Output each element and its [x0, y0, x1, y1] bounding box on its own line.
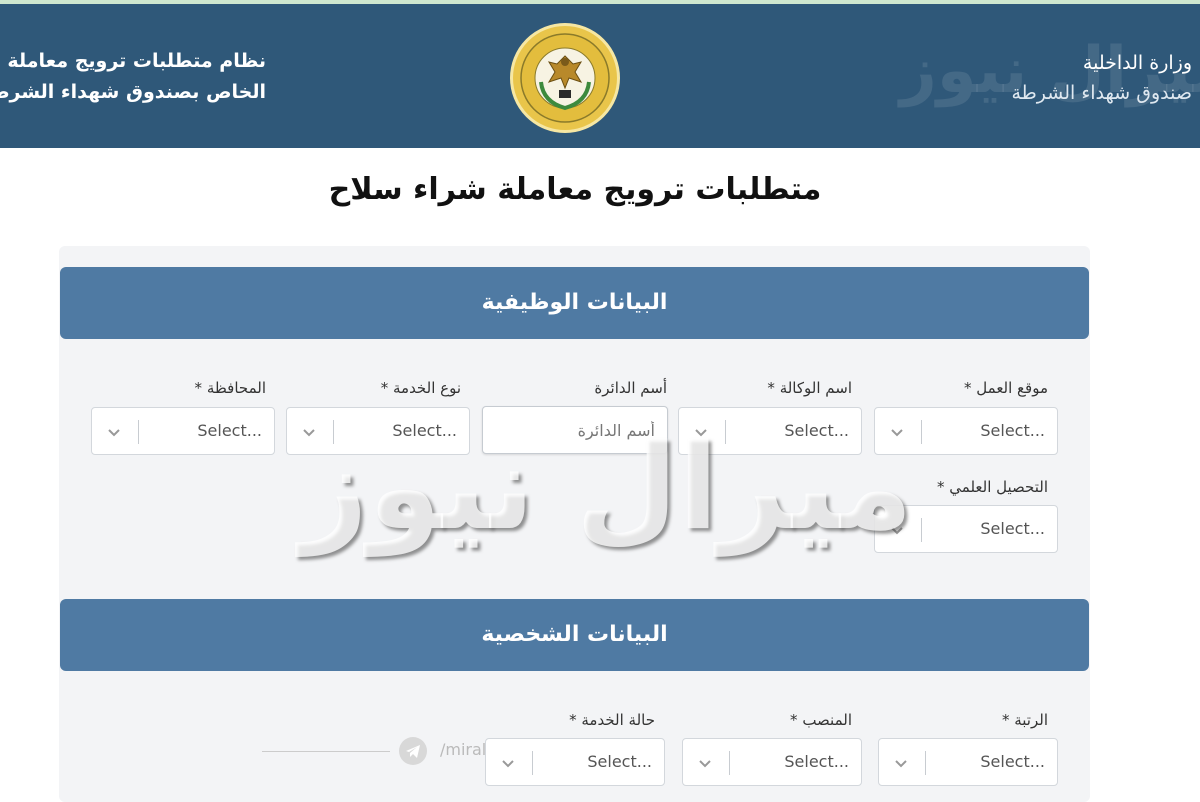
system-title-line1: نظام متطلبات ترويج معاملة بيع الأسلحة: [0, 50, 266, 72]
rank-select[interactable]: Select...: [878, 738, 1058, 786]
select-separator: [138, 420, 139, 444]
service-status-select[interactable]: Select...: [485, 738, 665, 786]
telegram-icon: [399, 737, 427, 765]
select-separator: [532, 751, 533, 775]
governorate-select[interactable]: Select...: [91, 407, 275, 455]
select-separator: [925, 751, 926, 775]
section-header-job-data: البيانات الوظيفية: [60, 267, 1089, 339]
education-value: Select...: [980, 519, 1045, 538]
rank-value: Select...: [980, 752, 1045, 771]
label-education: التحصيل العلمي *: [937, 478, 1048, 496]
label-service-status: حالة الخدمة *: [569, 711, 655, 729]
service-status-value: Select...: [587, 752, 652, 771]
select-separator: [921, 518, 922, 542]
label-governorate: المحافظة *: [194, 379, 266, 397]
watermark-divider: [262, 751, 390, 752]
select-separator: [729, 751, 730, 775]
label-rank: الرتبة *: [1001, 711, 1048, 729]
header-ministry-block: وزارة الداخلية صندوق شهداء الشرطة: [1011, 48, 1192, 108]
system-title: نظام متطلبات ترويج معاملة بيع الأسلحة ال…: [0, 46, 266, 108]
fund-name: صندوق شهداء الشرطة: [1011, 82, 1192, 104]
section-header-personal-data: البيانات الشخصية: [60, 599, 1089, 671]
select-separator: [921, 420, 922, 444]
site-header: ميرال نيوز وزارة الداخلية صندوق شهداء ال…: [0, 4, 1200, 148]
work-location-value: Select...: [980, 421, 1045, 440]
chevron-down-icon[interactable]: [695, 753, 715, 773]
system-title-line2: الخاص بصندوق شهداء الشرطة: [0, 81, 266, 103]
chevron-down-icon[interactable]: [891, 753, 911, 773]
site-watermark: ميرال نيوز: [300, 418, 913, 556]
label-position: المنصب *: [790, 711, 852, 729]
chevron-down-icon[interactable]: [498, 753, 518, 773]
position-select[interactable]: Select...: [682, 738, 862, 786]
label-work-location: موقع العمل *: [964, 379, 1048, 397]
governorate-value: Select...: [197, 421, 262, 440]
ministry-name: وزارة الداخلية: [1082, 52, 1192, 74]
label-department-name: أسم الدائرة: [594, 379, 667, 397]
label-agency-name: اسم الوكالة *: [767, 379, 852, 397]
page-title: متطلبات ترويج معاملة شراء سلاح: [328, 172, 822, 207]
chevron-down-icon[interactable]: [104, 422, 124, 442]
position-value: Select...: [784, 752, 849, 771]
label-service-type: نوع الخدمة *: [380, 379, 461, 397]
watermark-handle: /miral: [440, 740, 487, 759]
police-emblem-icon: [510, 23, 620, 133]
